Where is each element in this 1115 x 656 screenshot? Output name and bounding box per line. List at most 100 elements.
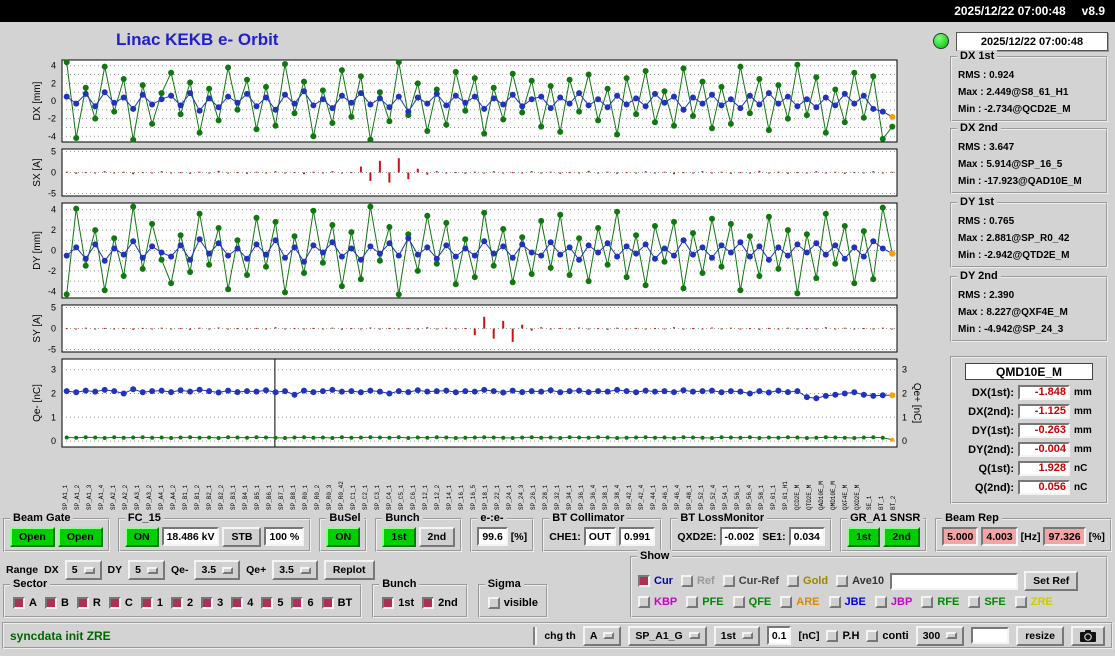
- sidebar-timestamp: 2025/12/22 07:00:48: [956, 32, 1108, 51]
- sector-checkbox-6[interactable]: [291, 596, 304, 609]
- monitor-row: Q(1st): 1.928 nC: [952, 459, 1106, 478]
- screenshot-button[interactable]: [1071, 625, 1105, 646]
- show-checkbox-pfe[interactable]: [686, 596, 699, 608]
- bunch-2nd-button[interactable]: 2nd: [418, 526, 456, 547]
- dropdown-indicator-icon: [222, 566, 234, 574]
- show-checkbox-qfe[interactable]: [732, 596, 745, 608]
- stat-min: Min : -2.734@QCD2E_M: [958, 104, 1071, 115]
- snsr-1st-button[interactable]: 1st: [847, 526, 881, 547]
- status-bar: syncdata init ZRE chg th A SP_A1_G 1st 0…: [2, 622, 1113, 649]
- sector-checkbox-5[interactable]: [261, 596, 274, 609]
- sector-checkbox-1[interactable]: [140, 596, 153, 609]
- resize-button[interactable]: resize: [1016, 625, 1064, 646]
- beam-gate-open-button-2[interactable]: Open: [57, 526, 103, 547]
- bpm-label: SP_42_4: [638, 484, 645, 510]
- show-checkbox-ref[interactable]: [680, 575, 693, 587]
- range-dy-dropdown[interactable]: 5: [128, 560, 165, 580]
- che1-value: 0.991: [618, 527, 656, 546]
- bt-lossmonitor-group: BT LossMonitor QXD2E: -0.002 SE1: 0.034: [670, 512, 832, 552]
- bpm-select-dropdown[interactable]: SP_A1_G: [628, 625, 707, 646]
- beam-gate-open-button-1[interactable]: Open: [10, 526, 55, 547]
- interval-dropdown[interactable]: 300: [915, 625, 965, 646]
- sector-checkbox-b[interactable]: [44, 596, 57, 609]
- sector-checkbox-r[interactable]: [76, 596, 89, 609]
- bunch-1st-button[interactable]: 1st: [382, 526, 416, 547]
- bpm-label: SP_61_1: [770, 484, 777, 510]
- monitor-row: DX(2nd): -1.125 mm: [952, 402, 1106, 421]
- show-checkbox-are[interactable]: [780, 596, 793, 608]
- stat-max: Max : 2.449@S8_61_H1: [958, 87, 1069, 98]
- sector-checkbox-c[interactable]: [108, 596, 121, 609]
- bunch-select-title: Bunch: [379, 578, 420, 590]
- replot-button[interactable]: Replot: [323, 560, 375, 580]
- bunch-checkbox-2nd[interactable]: [422, 596, 435, 609]
- che1-label: CHE1:: [549, 530, 581, 543]
- sector-select-dropdown[interactable]: A: [582, 625, 622, 646]
- range-qe-plus-value: 3.5: [279, 564, 294, 576]
- show-label: Cur: [654, 575, 673, 587]
- sector-checkbox-bt[interactable]: [321, 596, 334, 609]
- show-checkbox-kbp[interactable]: [638, 596, 650, 608]
- busel-on-button[interactable]: ON: [326, 526, 361, 547]
- show-checkbox-zre[interactable]: [1014, 596, 1027, 608]
- dy-1st-stats-title: DY 1st: [957, 196, 998, 208]
- bunch-checkbox-1st[interactable]: [382, 596, 395, 609]
- ph-checkbox[interactable]: [826, 629, 839, 642]
- bunch-select-dropdown[interactable]: 1st: [713, 625, 760, 646]
- bpm-label: QCD2E_M: [794, 484, 801, 510]
- interval-input[interactable]: [971, 627, 1010, 644]
- show-checkbox-cur-ref[interactable]: [722, 575, 735, 587]
- sector-checkbox-2[interactable]: [170, 596, 183, 609]
- sigma-checkbox-visible[interactable]: [487, 596, 500, 609]
- conti-checkbox[interactable]: [866, 629, 879, 642]
- svg-text:5: 5: [51, 147, 56, 157]
- monitor-unit: mm: [1074, 406, 1092, 417]
- bpm-select-value: SP_A1_G: [635, 629, 683, 642]
- bpm-label: QXF4E_M: [842, 484, 849, 510]
- dropdown-indicator-icon: [741, 632, 753, 639]
- show-checkbox-jbe[interactable]: [828, 596, 841, 608]
- se1-value: 0.034: [788, 527, 825, 546]
- sigma-title: Sigma: [484, 578, 524, 590]
- snsr-2nd-button[interactable]: 2nd: [883, 526, 920, 547]
- sector-label: A: [29, 596, 37, 609]
- fc15-percent-value: 100 %: [264, 527, 305, 546]
- sector-checkbox-4[interactable]: [231, 596, 244, 609]
- conti-label: conti: [882, 629, 909, 642]
- show-item: Cur-Ref: [722, 575, 779, 587]
- range-qe-minus-dropdown[interactable]: 3.5: [194, 560, 241, 580]
- monitor-label: Q(2nd):: [974, 481, 1014, 494]
- show-row-1: Cur Ref Cur-Ref Gold Ave10 Set Ref: [638, 571, 1100, 591]
- show-checkbox-gold[interactable]: [787, 575, 800, 587]
- bpm-label: BT_2: [890, 495, 897, 510]
- monitor-value: -0.263: [1018, 423, 1070, 438]
- sector-checkbox-3[interactable]: [201, 596, 214, 609]
- show-item: RFE: [921, 596, 959, 608]
- range-qe-plus-dropdown[interactable]: 3.5: [272, 560, 318, 580]
- dy-plot: 4 2 0 -2 -4 DY [mm]: [32, 202, 898, 299]
- show-group: Show Cur Ref Cur-Ref Gold Ave10 Set Ref KBP P…: [630, 550, 1108, 618]
- threshold-field[interactable]: 0.1: [766, 626, 792, 645]
- sector-group: Sector A B R C 1 2 3 4 5 6 BT: [3, 578, 363, 618]
- fc15-stb-button[interactable]: STB: [222, 526, 262, 547]
- show-checkbox-cur[interactable]: [638, 575, 650, 587]
- fc15-on-button[interactable]: ON: [124, 526, 159, 547]
- stat-rms: RMS : 0.765: [958, 216, 1015, 227]
- set-ref-input[interactable]: [890, 572, 1019, 590]
- range-dx-dropdown[interactable]: 5: [64, 560, 102, 580]
- show-checkbox-ave10[interactable]: [836, 575, 849, 587]
- svg-text:5: 5: [51, 303, 56, 313]
- monitor-value: -0.004: [1018, 442, 1070, 457]
- show-checkbox-jbp[interactable]: [874, 596, 887, 608]
- monitor-label: Q(1st):: [978, 462, 1014, 475]
- show-checkbox-rfe[interactable]: [921, 596, 934, 608]
- monitor-row: DY(2nd): -0.004 mm: [952, 440, 1106, 459]
- set-ref-button[interactable]: Set Ref: [1024, 571, 1079, 591]
- bpm-label: SP_B2_1: [206, 484, 213, 510]
- sector-checkbox-a[interactable]: [13, 596, 25, 609]
- show-checkbox-sfe[interactable]: [968, 596, 981, 608]
- bpm-label: SP_C3_1: [374, 484, 381, 510]
- svg-text:0: 0: [51, 96, 56, 106]
- bpm-label: SP_16_5: [470, 484, 477, 510]
- bpm-label: SP_B1_1: [182, 484, 189, 510]
